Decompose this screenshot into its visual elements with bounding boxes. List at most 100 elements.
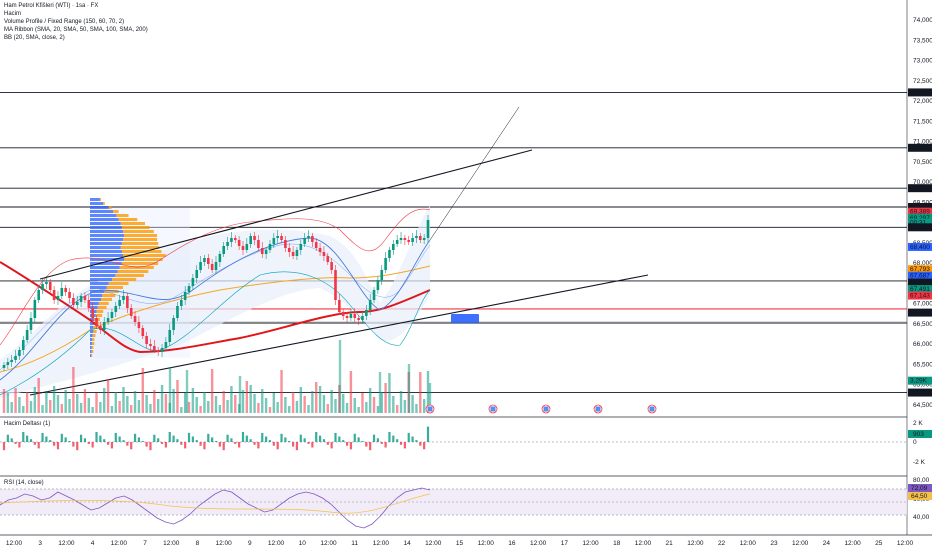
volume-bar — [384, 383, 387, 413]
delta-bar — [103, 439, 106, 442]
legend-volume-profile[interactable]: Volume Profile / Fixed Range (150, 60, 7… — [4, 18, 148, 26]
candle-body — [384, 258, 387, 270]
price-tag-label: 70,847 — [910, 145, 930, 152]
price-axis-label: 66,000 — [913, 341, 932, 348]
time-axis-label: 21 — [666, 540, 674, 547]
delta-bar — [372, 434, 376, 442]
price-axis-label: 64,500 — [913, 402, 932, 409]
chart-canvas[interactable]: 74,000 73,500 73,000 72,500 72,000 71,500 71,0… — [0, 0, 932, 550]
volume-bar — [52, 386, 56, 413]
candle-body — [372, 290, 376, 300]
vp-bar-down — [96, 310, 104, 313]
delta-bar — [357, 437, 360, 442]
vp-bar-up — [90, 266, 120, 269]
candle-body — [95, 318, 98, 326]
time-axis-label: 18 — [613, 540, 621, 547]
candle-body — [129, 308, 133, 316]
vp-bar-up — [90, 202, 104, 205]
calendar-event-glyph — [595, 406, 601, 412]
candle-body — [176, 306, 179, 318]
calendar-event-icon[interactable] — [425, 404, 435, 414]
candle-body — [303, 238, 306, 244]
legend-bollinger[interactable]: BB (20, SMA, close, 2) — [4, 34, 148, 42]
calendar-event-icon[interactable] — [541, 404, 551, 414]
delta-bar — [322, 439, 326, 442]
vp-bar-down — [91, 350, 94, 353]
volume-bar — [284, 397, 287, 413]
time-axis-label: 3 — [38, 540, 42, 547]
volume-bar — [411, 395, 414, 413]
delta-bar — [295, 442, 299, 451]
candle-body — [25, 330, 29, 340]
candle-body — [156, 350, 160, 352]
volume-bar — [72, 367, 75, 413]
volume-bar — [149, 404, 152, 413]
delta-bar — [276, 442, 279, 450]
delta-bar — [284, 437, 287, 442]
calendar-event-icon[interactable] — [488, 404, 498, 414]
calendar-event-icon[interactable] — [647, 404, 657, 414]
vp-bar-up — [90, 230, 123, 233]
delta-bar — [87, 442, 90, 444]
delta-bar — [222, 442, 225, 451]
delta-bar — [399, 442, 403, 445]
vp-bar-up — [90, 294, 103, 297]
chart-svg[interactable]: 74,00073,50073,00072,50072,00071,50071,0… — [0, 0, 932, 550]
delta-bar — [91, 442, 94, 448]
vp-bar-up — [90, 254, 123, 257]
delta-bar — [130, 442, 133, 450]
delta-bar — [56, 442, 60, 450]
legend-ma-ribbon[interactable]: MA Ribbon (SMA, 20, SMA, 50, SMA, 100, S… — [4, 26, 148, 34]
time-axis-label: 7 — [143, 540, 147, 547]
candle-body — [199, 262, 202, 270]
candle-body — [37, 290, 40, 300]
vp-bar-down — [115, 274, 144, 277]
volume-bar — [234, 395, 237, 413]
candle-body — [191, 278, 195, 286]
symbol-title[interactable]: Ham Petrol Kfišleri (WTI) · 1sa · FX — [4, 2, 148, 10]
candle-body — [426, 220, 430, 238]
volume-spike — [338, 340, 342, 413]
delta-bar — [33, 442, 36, 445]
vp-bar-down — [92, 334, 96, 337]
volume-bar — [99, 402, 102, 413]
volume-bar — [261, 389, 264, 413]
time-axis-label: 12:00 — [163, 540, 180, 547]
volume-bar — [37, 378, 40, 413]
volume-bar — [299, 387, 302, 413]
volume-bar — [365, 402, 368, 413]
delta-bar — [388, 432, 391, 442]
calendar-event-glyph — [543, 406, 549, 412]
delta-pane-title[interactable]: Hacim Deltası (1) — [4, 421, 50, 427]
calendar-event-icon[interactable] — [593, 404, 603, 414]
candle-body — [118, 300, 121, 306]
candle-body — [87, 300, 91, 308]
vp-bar-up — [90, 250, 122, 253]
vp-bar-down — [97, 306, 107, 309]
delta-bar — [141, 441, 144, 442]
volume-bar — [315, 382, 318, 413]
vp-bar-down — [113, 210, 119, 213]
candle-body — [64, 288, 67, 292]
volume-bar — [176, 380, 179, 413]
delta-bar — [45, 436, 48, 442]
vp-bar-up — [90, 330, 94, 333]
candle-body — [126, 296, 129, 308]
delta-bar — [203, 442, 206, 450]
volume-bar — [422, 399, 426, 413]
volume-bar — [60, 404, 64, 413]
price-tag-label: 72,213 — [910, 89, 930, 96]
time-axis-label: 12:00 — [6, 540, 23, 547]
time-axis-label: 12:00 — [111, 540, 128, 547]
rsi-pane-title[interactable]: RSI (14, close) — [4, 480, 44, 486]
candle-body — [6, 362, 10, 365]
candle-body — [153, 346, 156, 350]
candle-body — [41, 284, 44, 290]
delta-bar — [83, 438, 87, 442]
volume-bar — [376, 406, 380, 413]
candle-body — [307, 236, 310, 238]
vp-bar-up — [90, 334, 93, 337]
legend-volume[interactable]: Hacim — [4, 10, 148, 18]
candle-body — [392, 244, 395, 250]
candle-body — [160, 348, 164, 352]
